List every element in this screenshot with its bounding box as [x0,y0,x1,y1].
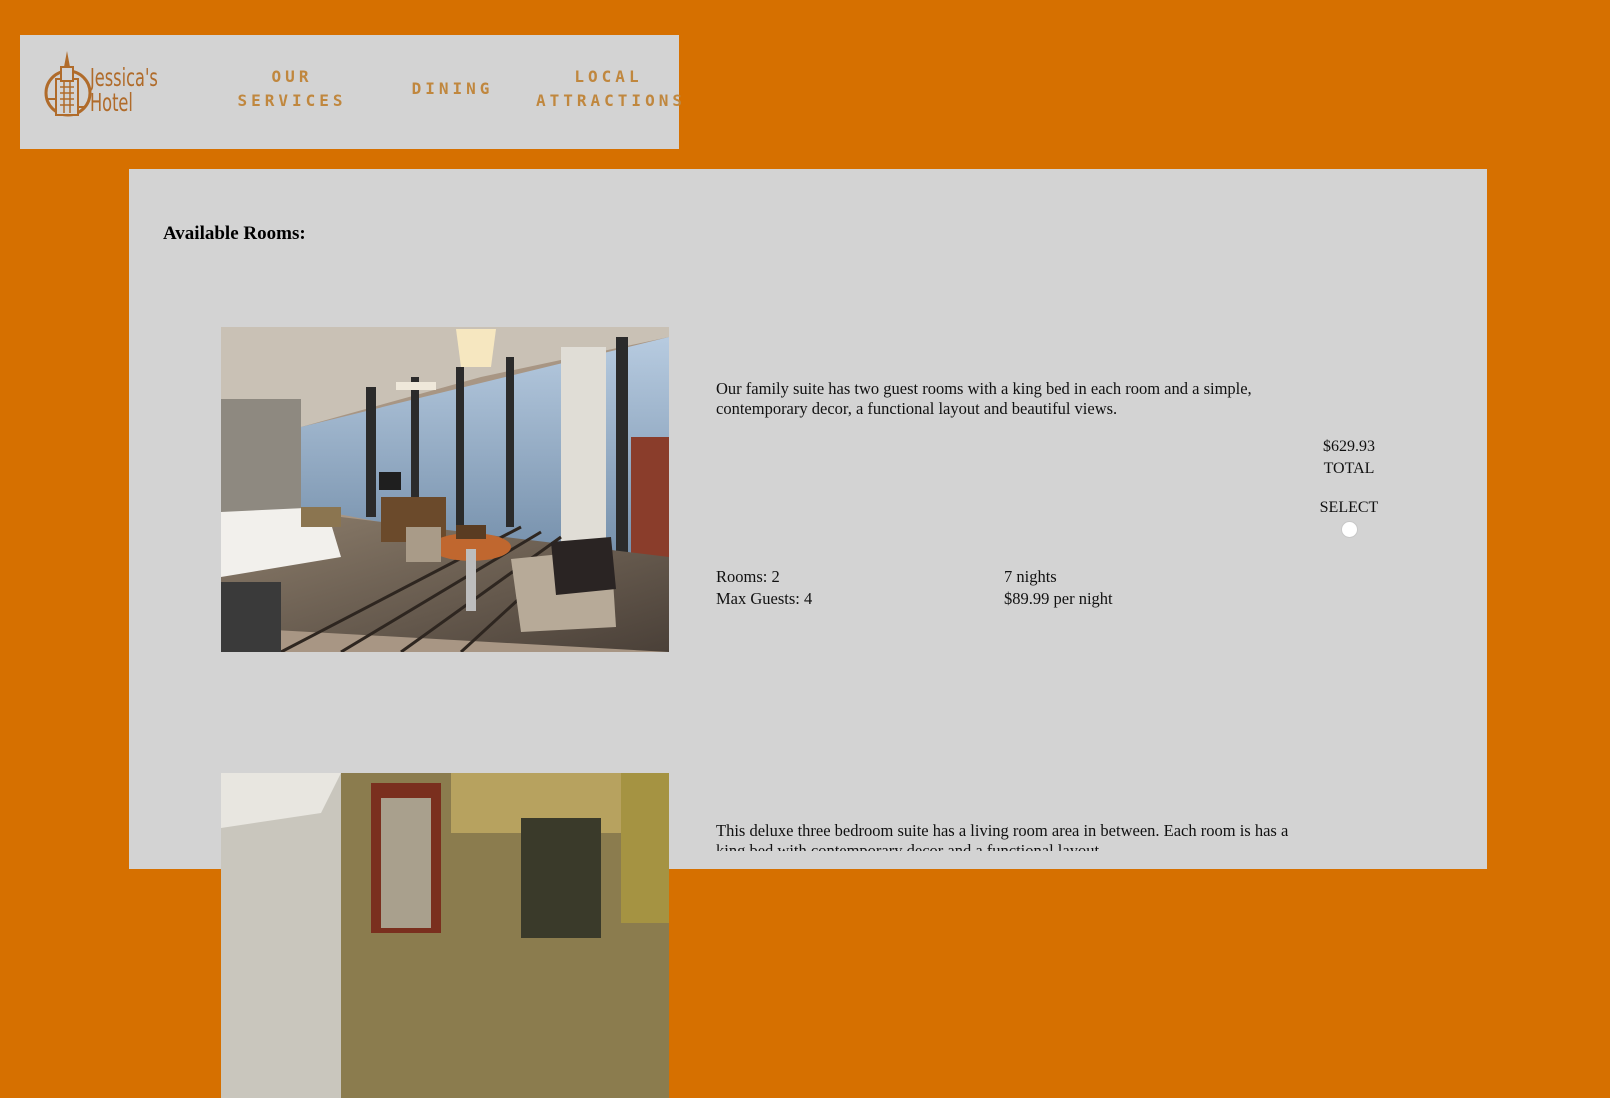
room-card: Our family suite has two guest rooms wit… [221,327,1421,652]
brand-name: Jessica's Hotel [90,65,158,115]
nav-services-line1: OUR [271,67,313,86]
room-card: This deluxe three bedroom suite has a li… [221,773,1421,1098]
price-box: $629.93 TOTAL SELECT [1309,436,1389,545]
nights-count: 7 nights [1004,567,1057,586]
rooms-count: Rooms: 2 [716,567,780,586]
hotel-room-photo [221,327,669,652]
nav-our-services-link[interactable]: OUR SERVICES [232,65,352,113]
page-title: Available Rooms: [163,223,306,244]
nav-dining-link[interactable]: DINING [390,77,515,101]
room-capacity: Rooms: 2 Max Guests: 4 [716,566,916,610]
nav-attractions-line1: LOCAL [574,67,643,86]
hotel-logo[interactable]: Jessica's Hotel [42,49,182,131]
brand-line1: Jessica's [90,63,158,92]
nav-attractions-line2: ATTRACTIONS [536,91,686,110]
top-navbar: Jessica's Hotel OUR SERVICES DINING LOCA… [20,35,686,149]
room-stay-info: 7 nights $89.99 per night [1004,566,1224,610]
total-label: TOTAL [1323,460,1375,477]
select-label: SELECT [1319,499,1379,516]
select-room-radio[interactable] [1340,521,1358,538]
nav-services-line2: SERVICES [237,91,347,110]
brand-line2: Hotel [90,88,133,117]
nightly-rate: $89.99 per night [1004,589,1113,608]
total-price: $629.93 [1323,438,1375,455]
room-description: Our family suite has two guest rooms wit… [716,379,1252,418]
rooms-panel: Available Rooms: Our family suite has tw… [129,169,1487,1098]
nav-dining-label: DINING [411,79,494,98]
max-guests: Max Guests: 4 [716,589,813,608]
room-description: This deluxe three bedroom suite has a li… [716,821,1289,851]
hotel-room-photo [221,773,669,1098]
nav-local-attractions-link[interactable]: LOCAL ATTRACTIONS [536,65,686,113]
